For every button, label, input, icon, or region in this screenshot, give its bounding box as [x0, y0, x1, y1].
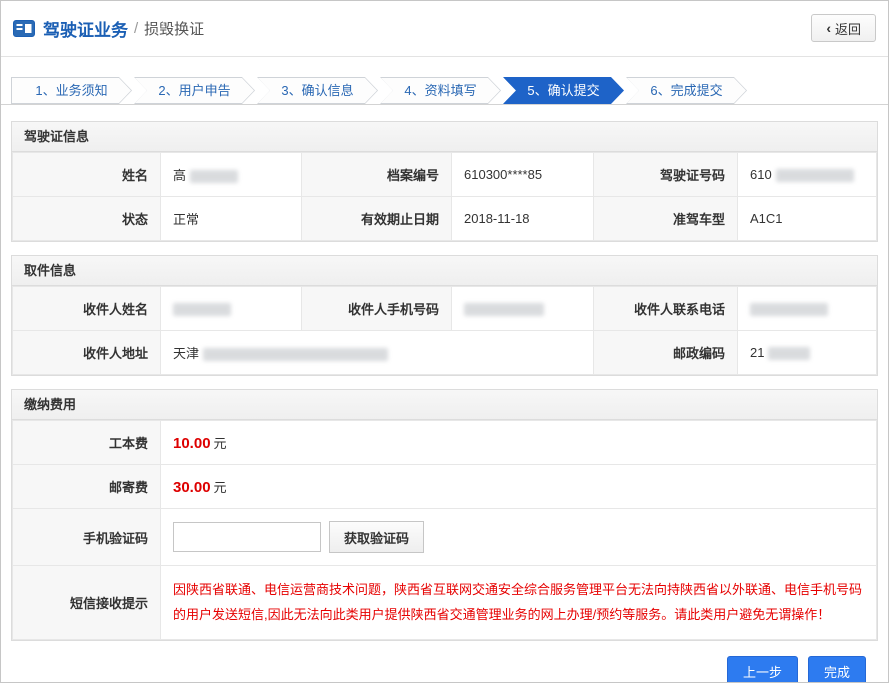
- step-label: 1、业务须知: [11, 77, 132, 104]
- mail-fee-amount: 30.00: [173, 479, 211, 496]
- captcha-label: 手机验证码: [13, 509, 161, 566]
- step-4-fill-materials: 4、资料填写: [380, 77, 501, 104]
- page-subtitle: 损毁换证: [144, 18, 204, 39]
- recipient-name-value: [161, 287, 302, 331]
- title-separator: /: [134, 20, 138, 37]
- redacted-license-no: [776, 169, 854, 182]
- table-row: 短信接收提示 因陕西省联通、电信运营商技术问题，陕西省互联网交通安全综合服务管理…: [13, 566, 877, 640]
- license-no-value-text: 610: [750, 167, 772, 182]
- recipient-address-value: 天津: [161, 331, 594, 375]
- production-fee-unit: 元: [214, 436, 227, 451]
- vehicle-type-label: 准驾车型: [594, 197, 738, 241]
- table-row: 姓名 高 档案编号 610300****85 驾驶证号码 610: [13, 153, 877, 197]
- finish-button[interactable]: 完成: [808, 656, 866, 683]
- step-label: 2、用户申告: [134, 77, 255, 104]
- footer-actions: 上一步 完成: [11, 654, 878, 683]
- step-1-business-notes: 1、业务须知: [11, 77, 132, 104]
- redacted-recipient-contact: [750, 303, 828, 316]
- fees-panel: 缴纳费用 工本费 10.00元 邮寄费 30.00元: [11, 389, 878, 641]
- step-label: 4、资料填写: [380, 77, 501, 104]
- redacted-recipient-address: [203, 348, 388, 361]
- table-row: 工本费 10.00元: [13, 421, 877, 465]
- mail-fee-value: 30.00元: [161, 465, 877, 509]
- redacted-name: [190, 170, 238, 183]
- fees-title: 缴纳费用: [12, 390, 877, 420]
- table-row: 手机验证码 获取验证码: [13, 509, 877, 566]
- step-label: 5、确认提交: [503, 77, 624, 104]
- license-no-value: 610: [738, 153, 877, 197]
- license-info-table: 姓名 高 档案编号 610300****85 驾驶证号码 610 状态 正常 有…: [12, 152, 877, 241]
- step-5-confirm-submit: 5、确认提交: [503, 77, 624, 104]
- recipient-address-label: 收件人地址: [13, 331, 161, 375]
- step-3-confirm-info: 3、确认信息: [257, 77, 378, 104]
- fees-table: 工本费 10.00元 邮寄费 30.00元 手机验证码: [12, 420, 877, 640]
- step-label: 6、完成提交: [626, 77, 747, 104]
- captcha-cell: 获取验证码: [161, 509, 877, 566]
- expiry-value: 2018-11-18: [452, 197, 594, 241]
- table-row: 邮寄费 30.00元: [13, 465, 877, 509]
- previous-step-button[interactable]: 上一步: [727, 656, 798, 683]
- status-label: 状态: [13, 197, 161, 241]
- recipient-mobile-value: [452, 287, 594, 331]
- redacted-recipient-mobile: [464, 303, 544, 316]
- header: 驾驶证业务 / 损毁换证 ‹ 返回: [1, 1, 888, 57]
- file-no-label: 档案编号: [302, 153, 452, 197]
- license-business-icon: [13, 20, 35, 37]
- table-row: 收件人姓名 收件人手机号码 收件人联系电话: [13, 287, 877, 331]
- step-6-complete-submit: 6、完成提交: [626, 77, 747, 104]
- captcha-input[interactable]: [173, 522, 321, 552]
- recipient-contact-value: [738, 287, 877, 331]
- redacted-postal-code: [768, 347, 810, 360]
- license-info-title: 驾驶证信息: [12, 122, 877, 152]
- file-no-value: 610300****85: [452, 153, 594, 197]
- page-title: 驾驶证业务: [43, 16, 128, 41]
- production-fee-value: 10.00元: [161, 421, 877, 465]
- name-value-text: 高: [173, 168, 186, 183]
- back-button[interactable]: ‹ 返回: [811, 14, 876, 42]
- table-row: 状态 正常 有效期止日期 2018-11-18 准驾车型 A1C1: [13, 197, 877, 241]
- license-info-panel: 驾驶证信息 姓名 高 档案编号 610300****85 驾驶证号码 610: [11, 121, 878, 242]
- postal-code-text: 21: [750, 345, 764, 360]
- name-value: 高: [161, 153, 302, 197]
- recipient-contact-label: 收件人联系电话: [594, 287, 738, 331]
- license-service-page: 驾驶证业务 / 损毁换证 ‹ 返回 1、业务须知 2、用户申告 3、确认信息 4…: [0, 0, 889, 683]
- expiry-label: 有效期止日期: [302, 197, 452, 241]
- main-content: 驾驶证信息 姓名 高 档案编号 610300****85 驾驶证号码 610: [1, 105, 888, 683]
- recipient-mobile-label: 收件人手机号码: [302, 287, 452, 331]
- back-button-label: 返回: [835, 19, 861, 38]
- production-fee-label: 工本费: [13, 421, 161, 465]
- sms-notice-text: 因陕西省联通、电信运营商技术问题，陕西省互联网交通安全综合服务管理平台无法向持陕…: [173, 578, 864, 627]
- license-no-label: 驾驶证号码: [594, 153, 738, 197]
- postal-code-label: 邮政编码: [594, 331, 738, 375]
- step-wizard: 1、业务须知 2、用户申告 3、确认信息 4、资料填写 5、确认提交 6、完成提…: [1, 57, 888, 105]
- get-captcha-button[interactable]: 获取验证码: [329, 521, 424, 553]
- mail-fee-label: 邮寄费: [13, 465, 161, 509]
- postal-code-value: 21: [738, 331, 877, 375]
- mail-fee-unit: 元: [214, 480, 227, 495]
- production-fee-amount: 10.00: [173, 435, 211, 452]
- step-label: 3、确认信息: [257, 77, 378, 104]
- redacted-recipient-name: [173, 303, 231, 316]
- step-2-user-declaration: 2、用户申告: [134, 77, 255, 104]
- pickup-info-title: 取件信息: [12, 256, 877, 286]
- sms-notice-cell: 因陕西省联通、电信运营商技术问题，陕西省互联网交通安全综合服务管理平台无法向持陕…: [161, 566, 877, 640]
- recipient-name-label: 收件人姓名: [13, 287, 161, 331]
- name-label: 姓名: [13, 153, 161, 197]
- status-value: 正常: [161, 197, 302, 241]
- sms-notice-label: 短信接收提示: [13, 566, 161, 640]
- table-row: 收件人地址 天津 邮政编码 21: [13, 331, 877, 375]
- pickup-info-table: 收件人姓名 收件人手机号码 收件人联系电话 收件人地址: [12, 286, 877, 375]
- back-chevron-icon: ‹: [826, 20, 831, 36]
- pickup-info-panel: 取件信息 收件人姓名 收件人手机号码 收件人联系电话: [11, 255, 878, 376]
- recipient-address-text: 天津: [173, 346, 199, 361]
- vehicle-type-value: A1C1: [738, 197, 877, 241]
